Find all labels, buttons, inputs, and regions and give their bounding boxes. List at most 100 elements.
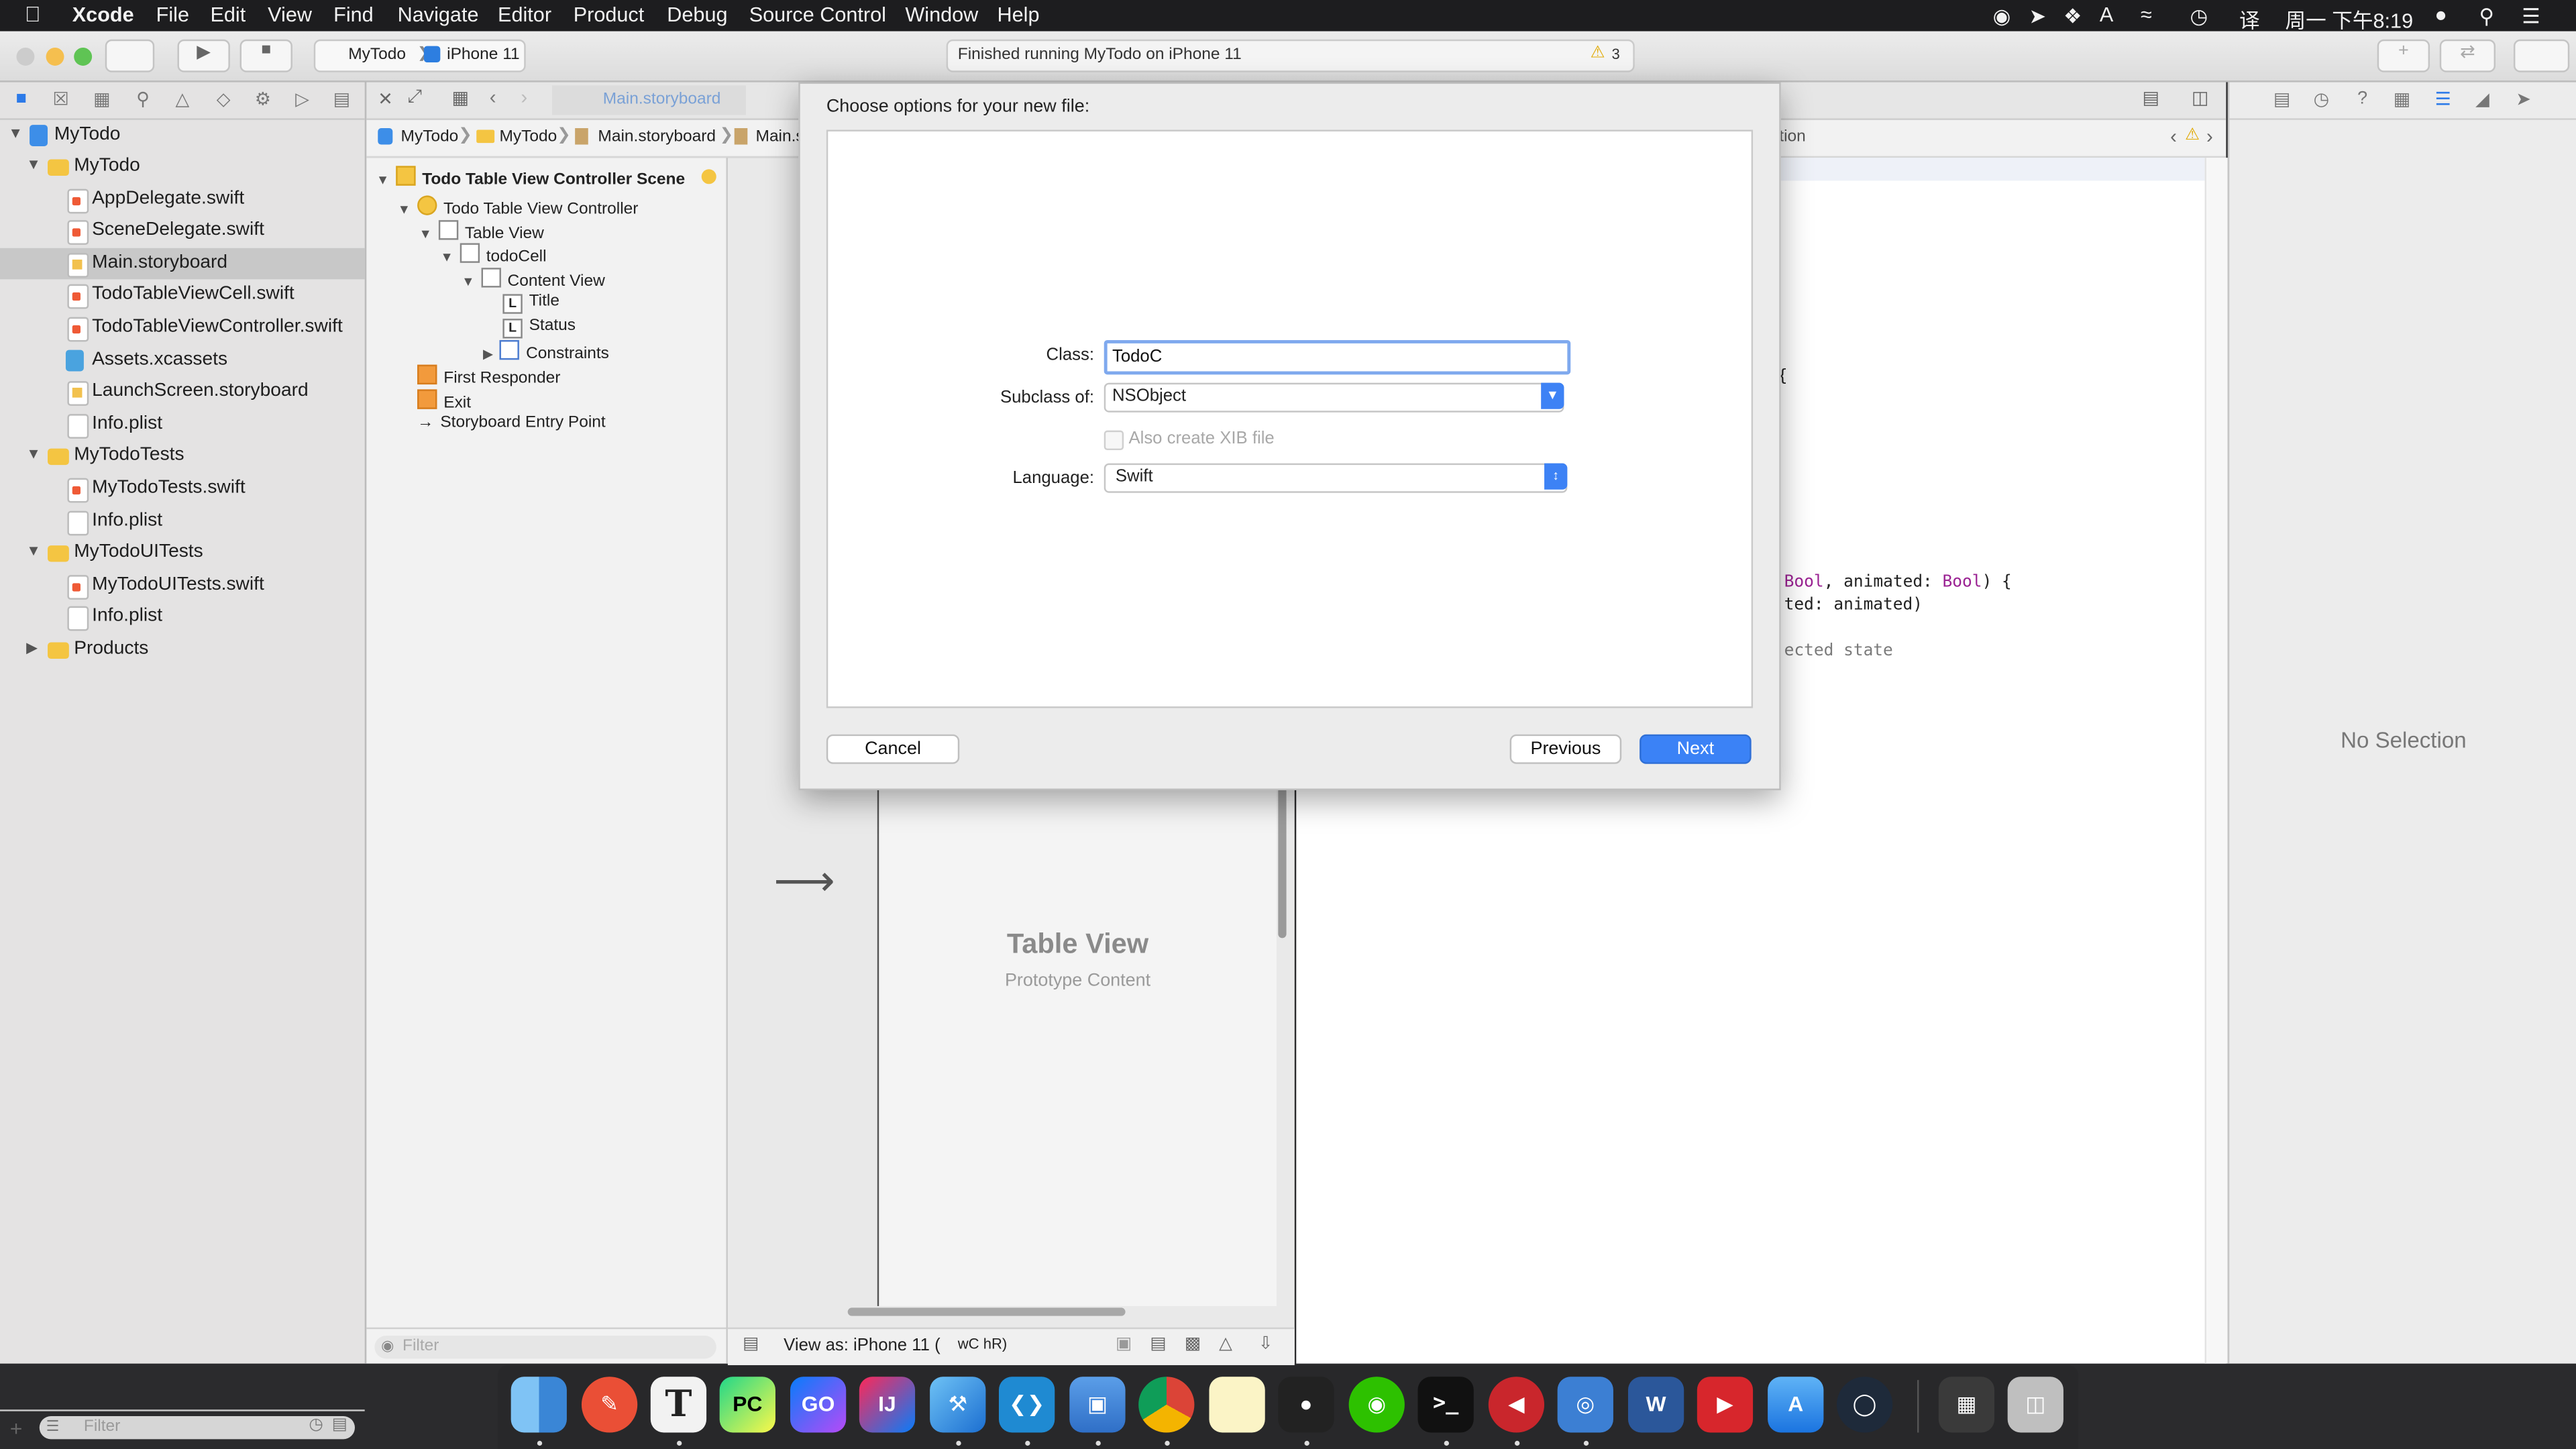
parallels-icon[interactable]: ◀ — [1488, 1377, 1545, 1433]
tree-row-file[interactable]: TodoTableViewCell.swift — [0, 279, 365, 311]
chrome-icon[interactable] — [1138, 1377, 1195, 1433]
menu-help[interactable]: Help — [998, 3, 1040, 26]
input-method-icon[interactable]: 译 — [2239, 3, 2260, 35]
tree-row-file[interactable]: Info.plist — [0, 409, 365, 441]
tree-row-group[interactable]: ▼ MyTodoUITests — [0, 537, 365, 569]
tree-row-file[interactable]: LaunchScreen.storyboard — [0, 376, 365, 408]
issue-icon[interactable]: △ — [171, 89, 194, 111]
record-icon[interactable]: ◉ — [1993, 3, 2011, 28]
debug-icon[interactable]: ⚙ — [252, 89, 274, 111]
outline-status-label[interactable]: L Status — [502, 317, 576, 340]
minimap-track[interactable] — [2204, 158, 2228, 1364]
siri-icon[interactable]: ● — [2434, 3, 2447, 26]
menu-clock[interactable]: 周一 下午8:19 — [2286, 3, 2414, 35]
menu-edit[interactable]: Edit — [210, 3, 246, 26]
disclosure-closed-icon[interactable]: ▶ — [26, 639, 38, 657]
code-review-button[interactable]: ⇄ — [2439, 39, 2496, 72]
next-issue-icon[interactable]: › — [2206, 125, 2213, 148]
disclosure-open-icon[interactable]: ▼ — [26, 542, 41, 558]
horizontal-scrollbar[interactable] — [847, 1307, 1126, 1316]
outline-title-label[interactable]: L Title — [502, 292, 559, 315]
jump-bar-crumb[interactable]: Main.storyboard — [598, 128, 716, 146]
recent-icon[interactable]: ◷ — [309, 1416, 323, 1434]
toggle-outline-icon[interactable]: ▤ — [743, 1334, 759, 1354]
size-inspector-icon[interactable]: ◢ — [2471, 89, 2493, 111]
create-xib-checkbox[interactable] — [1104, 430, 1124, 451]
pdf-icon[interactable]: ▶ — [1697, 1377, 1754, 1433]
up-down-arrows-icon[interactable]: ↕ — [1544, 463, 1568, 490]
wifi-icon[interactable]: ≈ — [2141, 3, 2152, 26]
jump-bar-crumb[interactable]: MyTodo — [401, 128, 459, 146]
menu-file[interactable]: File — [156, 3, 189, 26]
file-inspector-icon[interactable]: ▤ — [2271, 89, 2294, 111]
class-name-input[interactable]: TodoC — [1104, 339, 1571, 375]
time-machine-icon[interactable]: ◷ — [2190, 3, 2208, 28]
chevron-down-icon[interactable]: ▼ — [1541, 382, 1564, 409]
embed-icon[interactable]: ⇩ — [1258, 1334, 1273, 1354]
folder-icon[interactable]: ■ — [10, 89, 33, 111]
source-control-icon[interactable]: ☒ — [49, 89, 72, 111]
tree-row-project[interactable]: ▼ MyTodo — [0, 120, 365, 152]
menu-navigate[interactable]: Navigate — [398, 3, 479, 26]
language-popup[interactable]: Swift ↕ — [1104, 463, 1568, 493]
outline-view-controller[interactable]: ▼ Todo Table View Controller — [398, 195, 638, 219]
search-icon[interactable]: ⚲ — [131, 89, 154, 111]
disclosure-open-icon[interactable]: ▼ — [376, 172, 389, 187]
tree-row-file[interactable]: Assets.xcassets — [0, 345, 365, 376]
trash-icon[interactable]: ◫ — [2007, 1377, 2063, 1433]
word-icon[interactable]: W — [1627, 1377, 1684, 1433]
outline-scene[interactable]: ▼ Todo Table View Controller Scene — [376, 166, 685, 189]
menu-view[interactable]: View — [268, 3, 312, 26]
app-grid-icon[interactable]: ❖ — [2063, 3, 2082, 28]
tree-row-file[interactable]: TodoTableViewController.swift — [0, 312, 365, 343]
add-editor-icon[interactable]: ◫ — [2192, 87, 2208, 108]
attributes-inspector-icon[interactable]: ☰ — [2432, 89, 2455, 111]
close-tab-icon[interactable]: ✕ — [378, 89, 393, 110]
vscode-icon[interactable]: ❮❯ — [998, 1377, 1055, 1433]
menu-window[interactable]: Window — [905, 3, 978, 26]
tree-row-group[interactable]: ▼ MyTodo — [0, 151, 365, 182]
simulator-icon[interactable]: ▣ — [1069, 1377, 1126, 1433]
outline-content-view[interactable]: ▼ Content View — [462, 268, 605, 290]
toggle-navigator-button[interactable] — [105, 39, 155, 72]
zoom-window-icon[interactable] — [74, 48, 93, 66]
disclosure-open-icon[interactable]: ▼ — [26, 445, 41, 462]
report-icon[interactable]: ▤ — [330, 89, 353, 111]
view-as-label[interactable]: View as: iPhone 11 ( — [784, 1336, 940, 1355]
disclosure-open-icon[interactable]: ▼ — [419, 227, 431, 241]
send-icon[interactable]: ➤ — [2029, 3, 2047, 28]
menu-debug[interactable]: Debug — [667, 3, 727, 26]
next-button[interactable]: Next — [1640, 734, 1752, 764]
expand-icon[interactable]: ⤢ — [407, 87, 422, 109]
notes-icon[interactable] — [1209, 1377, 1265, 1433]
resolve-issues-icon[interactable]: △ — [1219, 1334, 1232, 1354]
test-icon[interactable]: ◇ — [212, 89, 235, 111]
scm-filter-icon[interactable]: ▤ — [332, 1416, 347, 1434]
tab-main-storyboard[interactable]: Main.storyboard — [551, 85, 746, 115]
align-icon[interactable]: ▤ — [1150, 1334, 1166, 1354]
tree-row-file[interactable]: Info.plist — [0, 506, 365, 537]
outline-first-responder[interactable]: First Responder — [417, 364, 560, 388]
tree-row-file[interactable]: MyTodoUITests.swift — [0, 570, 365, 602]
forward-icon[interactable]: › — [521, 85, 527, 108]
tree-row-group[interactable]: ▶ Products — [0, 634, 365, 665]
editor-crumb[interactable]: tion — [1779, 128, 1805, 146]
disclosure-closed-icon[interactable]: ▶ — [483, 347, 493, 362]
typora-icon[interactable]: T — [650, 1377, 707, 1433]
tree-row-file[interactable]: SceneDelegate.swift — [0, 215, 365, 247]
spotlight-icon[interactable]: ⚲ — [2479, 3, 2494, 28]
apple-menu-icon[interactable]:  — [25, 1, 41, 26]
close-window-icon[interactable] — [16, 48, 35, 66]
outline-filter-input[interactable]: ◉ Filter — [374, 1336, 716, 1359]
update-frames-icon[interactable]: ▣ — [1116, 1334, 1132, 1354]
editor-options-icon[interactable]: ▤ — [2142, 87, 2159, 108]
menu-app-name[interactable]: Xcode — [72, 3, 134, 26]
jump-bar-crumb[interactable]: Main.s — [756, 128, 804, 146]
symbol-icon[interactable]: ▦ — [91, 89, 113, 111]
qq-icon[interactable]: ● — [1278, 1377, 1334, 1433]
pycharm-icon[interactable]: PC — [719, 1377, 775, 1433]
menu-editor[interactable]: Editor — [498, 3, 551, 26]
outline-entry-point[interactable]: → Storyboard Entry Point — [417, 414, 606, 437]
back-icon[interactable]: ‹ — [490, 85, 496, 108]
table-view-canvas[interactable]: Table View Prototype Content — [877, 787, 1277, 1306]
